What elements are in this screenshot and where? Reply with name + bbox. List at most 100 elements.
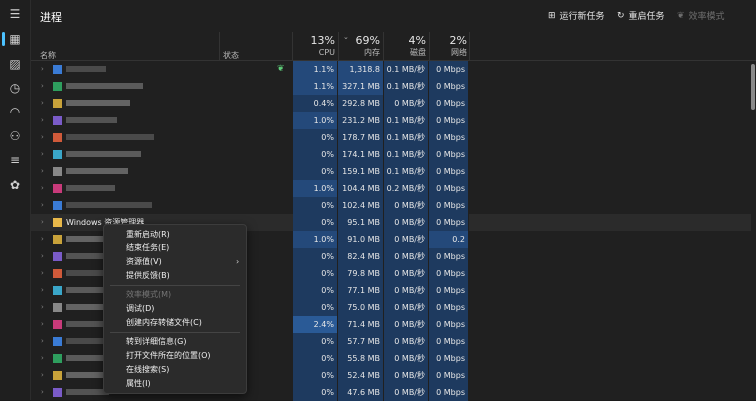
menu-item-restart[interactable]: 重新启动(R) — [126, 228, 170, 241]
expand-chevron-icon[interactable]: › — [41, 299, 44, 316]
column-divider[interactable] — [383, 32, 384, 60]
menu-item-go-to-details[interactable]: 转到详细信息(G) — [126, 335, 186, 348]
table-row[interactable]: › 1.1% 327.1 MB 0.1 MB/秒 0 Mbps — [31, 78, 751, 95]
net-cell: 0 Mbps — [429, 350, 469, 367]
expand-chevron-icon[interactable]: › — [41, 129, 44, 146]
run-new-task-button[interactable]: ⊞ 运行新任务 — [548, 9, 605, 23]
expand-chevron-icon[interactable]: › — [41, 61, 44, 78]
app-icon — [53, 235, 62, 244]
column-divider[interactable] — [338, 32, 339, 60]
menu-divider — [110, 332, 240, 333]
network-column-header[interactable]: 2% 网络 — [429, 34, 467, 58]
disk-cell: 0 MB/秒 — [384, 384, 429, 401]
menu-item-search-online[interactable]: 在线搜索(S) — [126, 363, 169, 376]
blurred-process-name — [66, 134, 154, 140]
mem-cell: 327.1 MB — [338, 78, 384, 95]
blurred-process-name — [66, 83, 143, 89]
app-icon — [53, 99, 62, 108]
expand-chevron-icon[interactable]: › — [41, 197, 44, 214]
expand-chevron-icon[interactable]: › — [41, 163, 44, 180]
expand-chevron-icon[interactable]: › — [41, 333, 44, 350]
expand-chevron-icon[interactable]: › — [41, 78, 44, 95]
table-row[interactable]: › ❦ 1.1%1,318.8 MB0.1 MB/秒0 Mbps — [31, 61, 751, 91]
column-divider[interactable] — [469, 32, 470, 60]
processes-icon[interactable]: ▦ — [7, 31, 23, 47]
details-icon[interactable]: ≡ — [7, 152, 23, 168]
table-row[interactable]: › 0% 178.7 MB 0.1 MB/秒 0 Mbps — [31, 129, 751, 146]
net-cell: 0 Mbps — [429, 367, 469, 384]
name-column-header[interactable]: 名称 — [40, 50, 56, 61]
expand-chevron-icon[interactable]: › — [41, 367, 44, 384]
startup-apps-icon[interactable]: ◠ — [7, 104, 23, 120]
column-divider[interactable] — [429, 32, 430, 60]
cpu-cell: 0% — [293, 299, 338, 316]
mem-cell: 47.6 MB — [338, 384, 384, 401]
mem-cell: 57.7 MB — [338, 333, 384, 350]
table-row[interactable]: › 1.0% 231.2 MB 0.1 MB/秒 0 Mbps — [31, 112, 751, 129]
table-row[interactable]: › 0.4% 292.8 MB 0 MB/秒 0 Mbps — [31, 95, 751, 112]
memory-label: 内存 — [364, 48, 380, 57]
menu-item-resource-values[interactable]: 资源值(V) — [126, 255, 162, 268]
table-row[interactable]: › 1.0% 104.4 MB 0.2 MB/秒 0 Mbps — [31, 180, 751, 197]
hamburger-menu-icon[interactable]: ☰ — [7, 6, 23, 22]
cpu-cell: 1.0% — [293, 231, 338, 248]
menu-item-end-task[interactable]: 结束任务(E) — [126, 241, 169, 254]
expand-chevron-icon[interactable]: › — [41, 146, 44, 163]
performance-icon[interactable]: ▨ — [7, 56, 23, 72]
cpu-cell: 0% — [293, 197, 338, 214]
scrollbar-thumb[interactable] — [751, 64, 755, 110]
disk-cell: 0 MB/秒 — [384, 316, 429, 333]
menu-item-create-dump[interactable]: 创建内存转储文件(C) — [126, 316, 202, 329]
expand-chevron-icon[interactable]: › — [41, 214, 44, 231]
disk-cell: 0 MB/秒 — [384, 248, 429, 265]
restart-task-button[interactable]: ↻ 重启任务 — [617, 9, 665, 23]
mem-cell: 95.1 MB — [338, 214, 384, 231]
mem-cell: 52.4 MB — [338, 367, 384, 384]
expand-chevron-icon[interactable]: › — [41, 384, 44, 401]
expand-chevron-icon[interactable]: › — [41, 265, 44, 282]
expand-chevron-icon[interactable]: › — [41, 95, 44, 112]
cpu-column-header[interactable]: 13% CPU — [293, 34, 335, 58]
expand-chevron-icon[interactable]: › — [41, 112, 44, 129]
nav-selection-indicator — [2, 32, 5, 46]
menu-item-debug[interactable]: 调试(D) — [126, 302, 154, 315]
net-cell: 0 Mbps — [429, 248, 469, 265]
users-icon[interactable]: ⚇ — [7, 128, 23, 144]
restart-task-label: 重启任务 — [628, 12, 665, 22]
blurred-process-name — [66, 117, 117, 123]
mem-cell: 55.8 MB — [338, 350, 384, 367]
expand-chevron-icon[interactable]: › — [41, 248, 44, 265]
disk-column-header[interactable]: 4% 磁盘 — [384, 34, 426, 58]
app-history-icon[interactable]: ◷ — [7, 80, 23, 96]
menu-item-properties[interactable]: 属性(I) — [126, 377, 151, 390]
cpu-cell: 1.1% — [293, 78, 338, 95]
expand-chevron-icon[interactable]: › — [41, 316, 44, 333]
mem-cell: 82.4 MB — [338, 248, 384, 265]
column-divider[interactable] — [219, 32, 220, 60]
app-icon — [53, 133, 62, 142]
table-row[interactable]: › 0% 102.4 MB 0 MB/秒 0 Mbps — [31, 197, 751, 214]
net-cell: 0.2 Mbps — [429, 231, 469, 261]
expand-chevron-icon[interactable]: › — [41, 350, 44, 367]
disk-label: 磁盘 — [410, 48, 426, 57]
services-icon[interactable]: ✿ — [7, 177, 23, 193]
net-cell: 0 Mbps — [429, 61, 469, 78]
menu-item-efficiency-mode[interactable]: 效率模式(M) — [126, 288, 171, 301]
table-row[interactable]: › 0% 159.1 MB 0.1 MB/秒 0 Mbps — [31, 163, 751, 180]
mem-cell: 77.1 MB — [338, 282, 384, 299]
app-icon — [53, 337, 62, 346]
blurred-process-name — [66, 100, 130, 106]
efficiency-mode-button[interactable]: ❦ 效率模式 — [677, 9, 725, 23]
expand-chevron-icon[interactable]: › — [41, 231, 44, 248]
expand-chevron-icon[interactable]: › — [41, 180, 44, 197]
table-row[interactable]: › 0% 174.1 MB 0.1 MB/秒 0 Mbps — [31, 146, 751, 163]
status-column-header[interactable]: 状态 — [223, 50, 239, 61]
blurred-process-name — [66, 66, 106, 72]
menu-item-open-file-location[interactable]: 打开文件所在的位置(O) — [126, 349, 211, 362]
app-icon — [53, 218, 62, 227]
disk-cell: 0 MB/秒 — [384, 367, 429, 384]
expand-chevron-icon[interactable]: › — [41, 282, 44, 299]
menu-item-feedback[interactable]: 提供反馈(B) — [126, 269, 170, 282]
column-divider[interactable] — [292, 32, 293, 60]
blurred-process-name — [66, 151, 141, 157]
